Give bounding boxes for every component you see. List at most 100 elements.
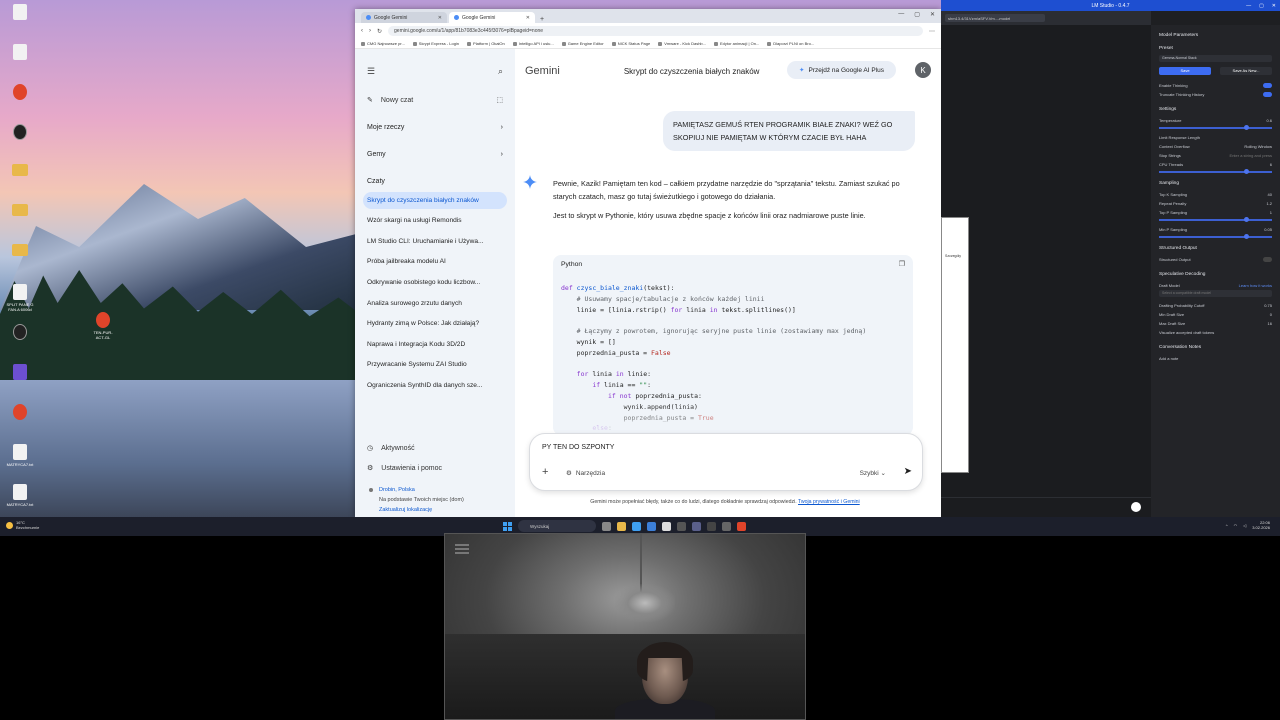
draft-model-select[interactable]: Select a compatible draft model — [1159, 290, 1272, 297]
minimize-icon[interactable]: — — [898, 11, 904, 18]
brave-icon[interactable] — [737, 521, 746, 531]
temperature-slider[interactable] — [1159, 125, 1272, 130]
cpu-threads-slider[interactable] — [1159, 169, 1272, 174]
chat-history-item[interactable]: Skrypt do czyszczenia białych znaków — [363, 191, 507, 209]
bookmark-item[interactable]: Intelligo API i usłu... — [512, 41, 554, 46]
app-icon[interactable] — [707, 521, 716, 531]
prompt-composer[interactable]: PY TEN DO SZPONTY + ⚙ Narzędzia Szybki ⌄… — [529, 433, 923, 491]
topp-slider[interactable] — [1159, 217, 1272, 222]
desktop-icon[interactable] — [4, 84, 36, 120]
desktop-icon[interactable] — [4, 404, 36, 440]
wifi-icon[interactable]: ◠ — [1234, 523, 1238, 528]
chat-history-item[interactable]: Wzór skargi na usługi Remondis — [363, 212, 507, 229]
truncate-thinking-toggle[interactable] — [1263, 92, 1272, 97]
minp-slider[interactable] — [1159, 234, 1272, 239]
my-stuff-item[interactable]: Moje rzeczy › — [363, 120, 507, 134]
bookmark-item[interactable]: NICK Status Page — [611, 41, 650, 46]
app-icon[interactable] — [722, 521, 731, 531]
drafting-prob-value[interactable]: 0.75 — [1264, 303, 1272, 308]
terminal-icon[interactable] — [677, 521, 686, 531]
chat-history-item[interactable]: Przywracanie Systemu ZAI Studio — [363, 356, 507, 373]
send-icon[interactable] — [1131, 502, 1141, 512]
structured-toggle[interactable] — [1263, 257, 1272, 262]
context-overflow-select[interactable]: Rolling Window — [1244, 144, 1272, 149]
desktop-icon[interactable] — [4, 124, 36, 160]
cpu-threads-value[interactable]: 6 — [1270, 162, 1272, 167]
bookmark-item[interactable]: Vmware - Kick Dashb... — [658, 41, 706, 46]
chat-history-item[interactable]: Hydranty zimą w Polsce: Jak działają? — [363, 315, 507, 332]
chevron-up-icon[interactable]: ^ — [1226, 523, 1228, 528]
taskbar-search-input[interactable]: Wyszukaj — [518, 520, 596, 532]
new-chat-button[interactable]: ✎ Nowy czat ⬚ — [363, 93, 507, 107]
update-location-link[interactable]: Zaktualizuj lokalizację — [379, 505, 464, 515]
visualize-draft-label[interactable]: Visualize accepted draft tokens — [1159, 330, 1214, 335]
close-tab-icon[interactable]: ✕ — [526, 15, 530, 21]
desktop-icon[interactable] — [4, 364, 36, 400]
topk-value[interactable]: 40 — [1268, 192, 1272, 197]
desktop-icon[interactable] — [4, 44, 36, 80]
tools-button[interactable]: ⚙ Narzędzia — [566, 469, 605, 478]
chat-history-item[interactable]: Próba jailbreaka modelu AI — [363, 253, 507, 270]
draft-learn-link[interactable]: Learn how it works — [1239, 283, 1272, 288]
lmstudio-icon[interactable] — [692, 521, 701, 531]
chat-history-item[interactable]: Ograniczenia SynthID dla danych sze... — [363, 377, 507, 394]
add-icon[interactable]: + — [542, 466, 548, 478]
send-icon[interactable]: ➤ — [904, 466, 912, 477]
desktop-icon[interactable] — [4, 204, 36, 240]
url-input[interactable]: gemini.google.com/u/1/app/81b7083e3c445f… — [388, 26, 923, 36]
min-draft-value[interactable]: 0 — [1270, 312, 1272, 317]
bookmark-item[interactable]: CMG Najnowsze pr... — [361, 41, 405, 46]
reload-icon[interactable]: ↻ — [377, 28, 382, 35]
chrome-icon[interactable] — [662, 521, 671, 531]
bookmark-item[interactable]: Dlaporzi PLNI on Bro... — [767, 41, 814, 46]
bookmark-item[interactable]: Skrypt Express - Login — [412, 41, 459, 46]
close-icon[interactable]: ✕ — [930, 11, 935, 18]
gems-item[interactable]: Gemy › — [363, 147, 507, 161]
repeat-penalty-value[interactable]: 1.2 — [1266, 201, 1272, 206]
chat-history-item[interactable]: Naprawa i Integracja Kodu 3D/2D — [363, 336, 507, 353]
tab-gemini-1[interactable]: Google Gemini ✕ — [361, 12, 447, 23]
clock[interactable]: 22:06 3.02.2026 — [1252, 520, 1270, 530]
stop-strings-input[interactable]: Enter a string and press — [1230, 153, 1272, 158]
preset-select[interactable]: Gemma-Normal Stack — [1159, 55, 1272, 62]
chat-history-item[interactable]: Odkrywanie osobistego kodu liczbow... — [363, 274, 507, 291]
privacy-link[interactable]: Twoja prywatność i Gemini — [798, 499, 860, 505]
save-as-button[interactable]: Save As New... — [1220, 66, 1272, 75]
windows-start-icon[interactable] — [503, 521, 512, 531]
settings-item[interactable]: ⚙ Ustawienia i pomoc — [363, 461, 507, 475]
minimize-icon[interactable]: — — [1246, 3, 1251, 9]
desktop-icon[interactable] — [4, 4, 36, 40]
add-note-row[interactable]: Add a note — [1159, 354, 1272, 363]
desktop-icon[interactable] — [4, 164, 36, 200]
desktop-icon[interactable] — [4, 244, 36, 280]
new-tab-icon[interactable]: + — [540, 16, 544, 23]
weather-widget[interactable]: 16°C Bezchmurnie — [6, 520, 39, 530]
bookmark-item[interactable]: Platform | OkaiOn — [467, 41, 505, 46]
task-view-icon[interactable] — [602, 521, 611, 531]
maximize-icon[interactable]: ▢ — [1259, 3, 1264, 9]
topp-value[interactable]: 1 — [1270, 210, 1272, 215]
activity-item[interactable]: ◷ Aktywność — [363, 441, 507, 455]
maximize-icon[interactable]: ▢ — [914, 11, 920, 18]
chat-history-item[interactable]: Analiza surowego zrzutu danych — [363, 295, 507, 312]
desktop-icon[interactable]: SPLIT PANE G FAN.A 6006d — [4, 284, 36, 320]
edge-icon[interactable] — [632, 521, 641, 531]
location-place[interactable]: Drobin, Polska — [379, 485, 464, 495]
bookmark-item[interactable]: Game Engine Editor — [561, 41, 604, 46]
temperature-value[interactable]: 0.6 — [1266, 118, 1272, 123]
temporary-chat-icon[interactable]: ⬚ — [496, 96, 503, 104]
menu-icon[interactable] — [455, 544, 469, 554]
avatar[interactable]: K — [915, 62, 931, 78]
prompt-input[interactable]: PY TEN DO SZPONTY — [542, 444, 614, 451]
gemini-logo[interactable]: Gemini — [525, 65, 560, 77]
forward-icon[interactable]: › — [369, 28, 371, 34]
desktop-icon[interactable]: MATRYCA7.txt — [4, 484, 36, 520]
enable-thinking-toggle[interactable] — [1263, 83, 1272, 88]
menu-icon[interactable]: ☰ — [367, 66, 375, 77]
chat-history-item[interactable]: LM Studio CLI: Uruchamianie i Używa... — [363, 233, 507, 250]
back-icon[interactable]: ‹ — [361, 28, 363, 34]
file-explorer-icon[interactable] — [617, 521, 626, 531]
volume-icon[interactable]: ◁ — [1243, 523, 1246, 528]
max-draft-value[interactable]: 16 — [1268, 321, 1272, 326]
bookmark-item[interactable]: Edytor animacji | On... — [713, 41, 759, 46]
